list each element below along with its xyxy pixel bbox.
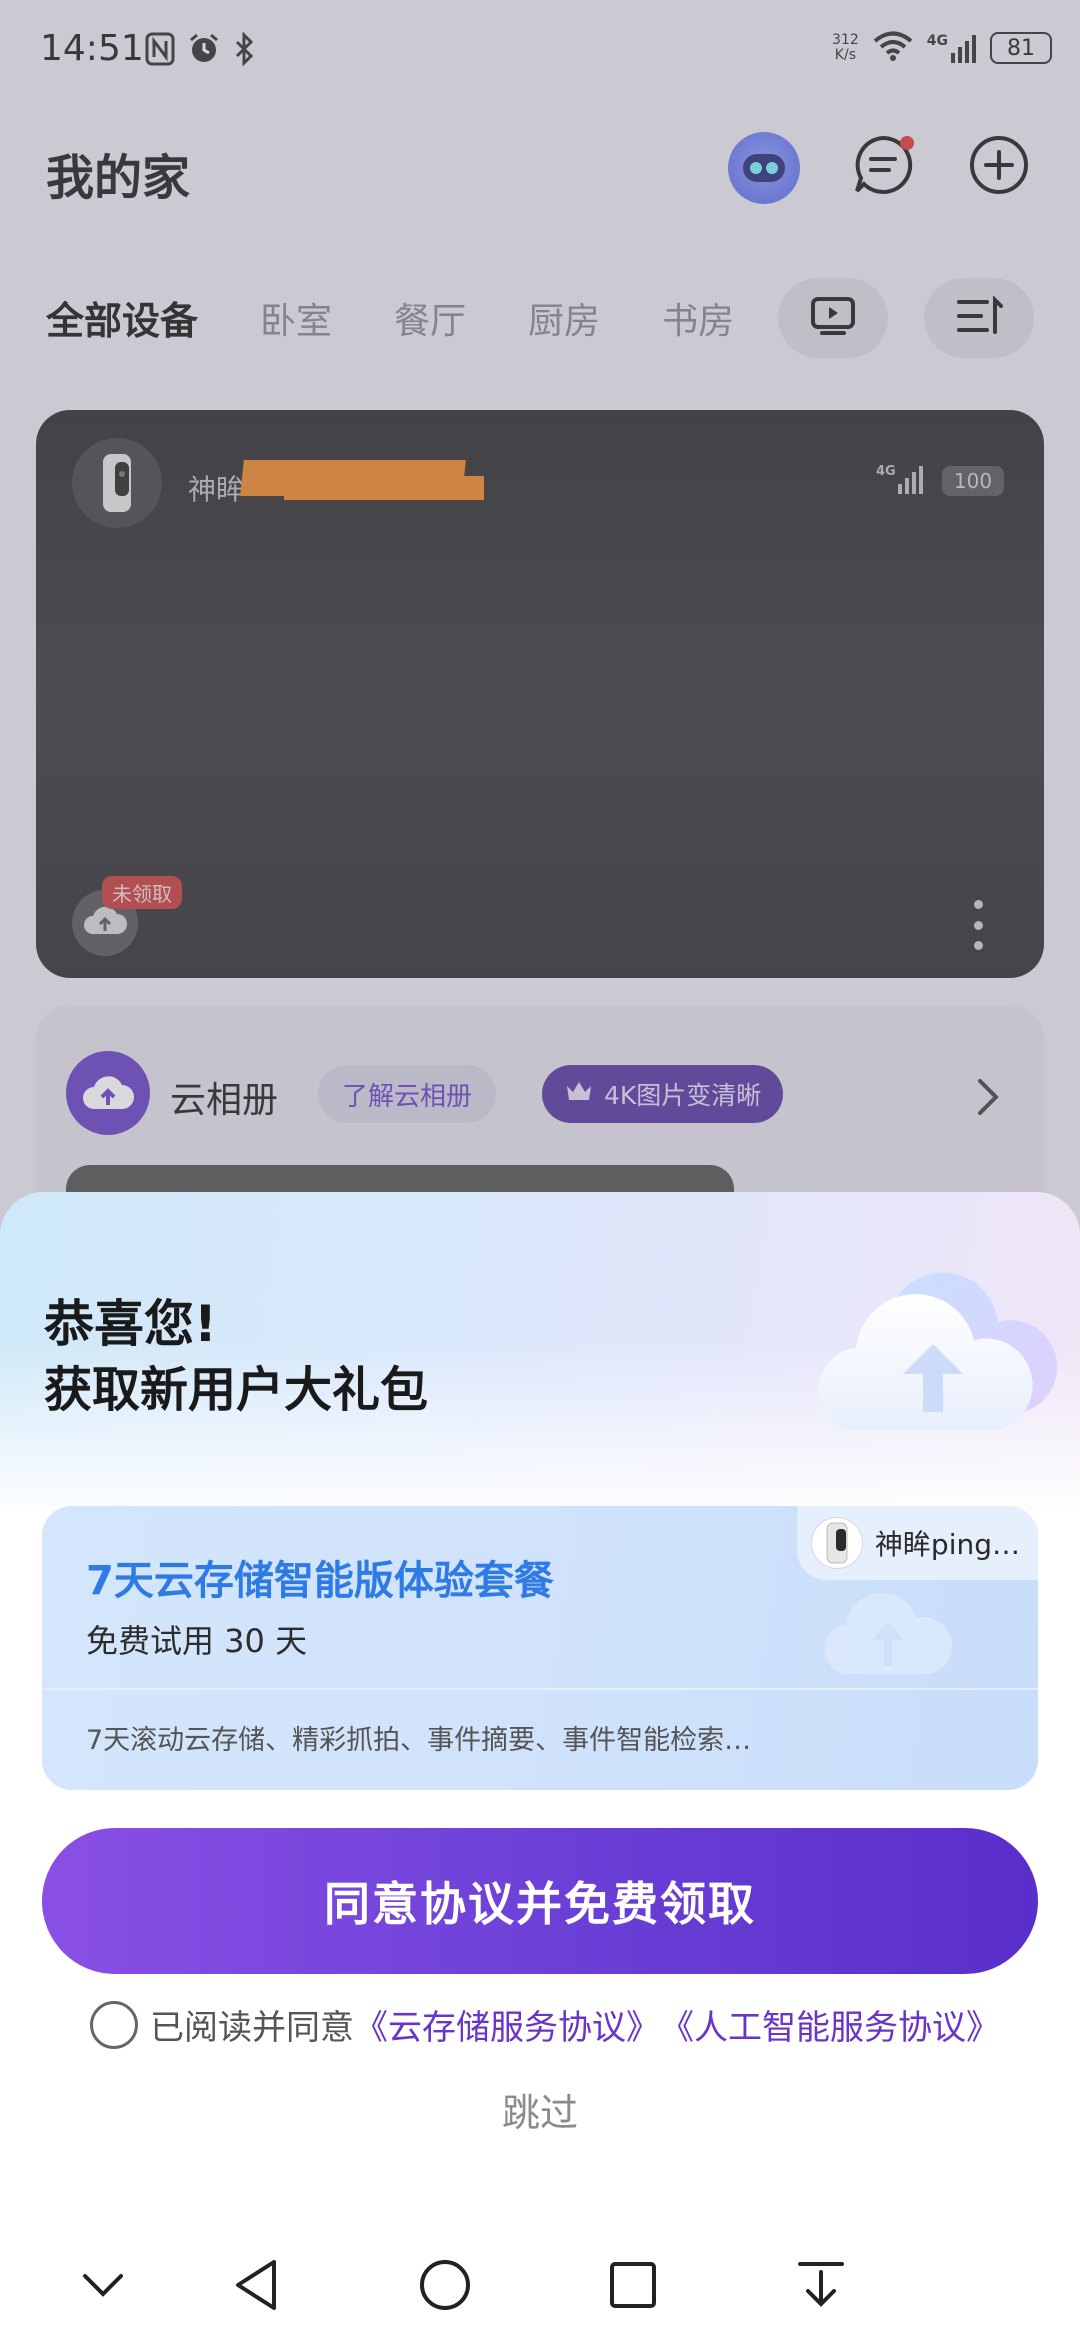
agreement-row: 已阅读并同意 《云存储服务协议》 《人工智能服务协议》 [90, 2000, 1000, 2049]
nav-pulldown-icon[interactable] [786, 2250, 856, 2320]
gift-bottom-sheet: 恭喜您! 获取新用户大礼包 神眸ping… 7天云存储智能版体验套餐 免费试用 … [0, 1192, 1080, 2340]
package-trial-period: 免费试用 30 天 [86, 1622, 308, 1660]
trial-package-card[interactable]: 神眸ping… 7天云存储智能版体验套餐 免费试用 30 天 7天滚动云存储、精… [42, 1506, 1038, 1790]
divider [42, 1688, 1038, 1690]
system-nav-bar [0, 2230, 1080, 2340]
package-device-name: 神眸ping… [874, 1528, 1020, 1561]
sheet-title: 恭喜您! [44, 1295, 217, 1353]
camera-icon [810, 1517, 863, 1569]
skip-button[interactable]: 跳过 [0, 2082, 1080, 2137]
nav-recents-icon[interactable] [598, 2250, 668, 2320]
agree-prefix: 已阅读并同意 [150, 2008, 354, 2048]
package-title: 7天云存储智能版体验套餐 [86, 1558, 554, 1604]
cloud-upload-icon [808, 1262, 1058, 1452]
nav-back-icon[interactable] [222, 2250, 292, 2320]
sheet-subtitle: 获取新用户大礼包 [44, 1362, 429, 1418]
package-device-tag: 神眸ping… [796, 1506, 1038, 1580]
cloud-storage-agreement-link[interactable]: 《云存储服务协议》 [354, 2000, 660, 2049]
nav-home-icon[interactable] [410, 2250, 480, 2320]
agree-checkbox[interactable] [90, 2000, 138, 2049]
nav-down-icon[interactable] [68, 2250, 138, 2320]
package-description: 7天滚动云存储、精彩抓拍、事件摘要、事件智能检索… [86, 1725, 752, 1756]
cloud-upload-icon [812, 1574, 972, 1688]
claim-free-button[interactable]: 同意协议并免费领取 [42, 1828, 1038, 1974]
ai-service-agreement-link[interactable]: 《人工智能服务协议》 [660, 2000, 1000, 2049]
